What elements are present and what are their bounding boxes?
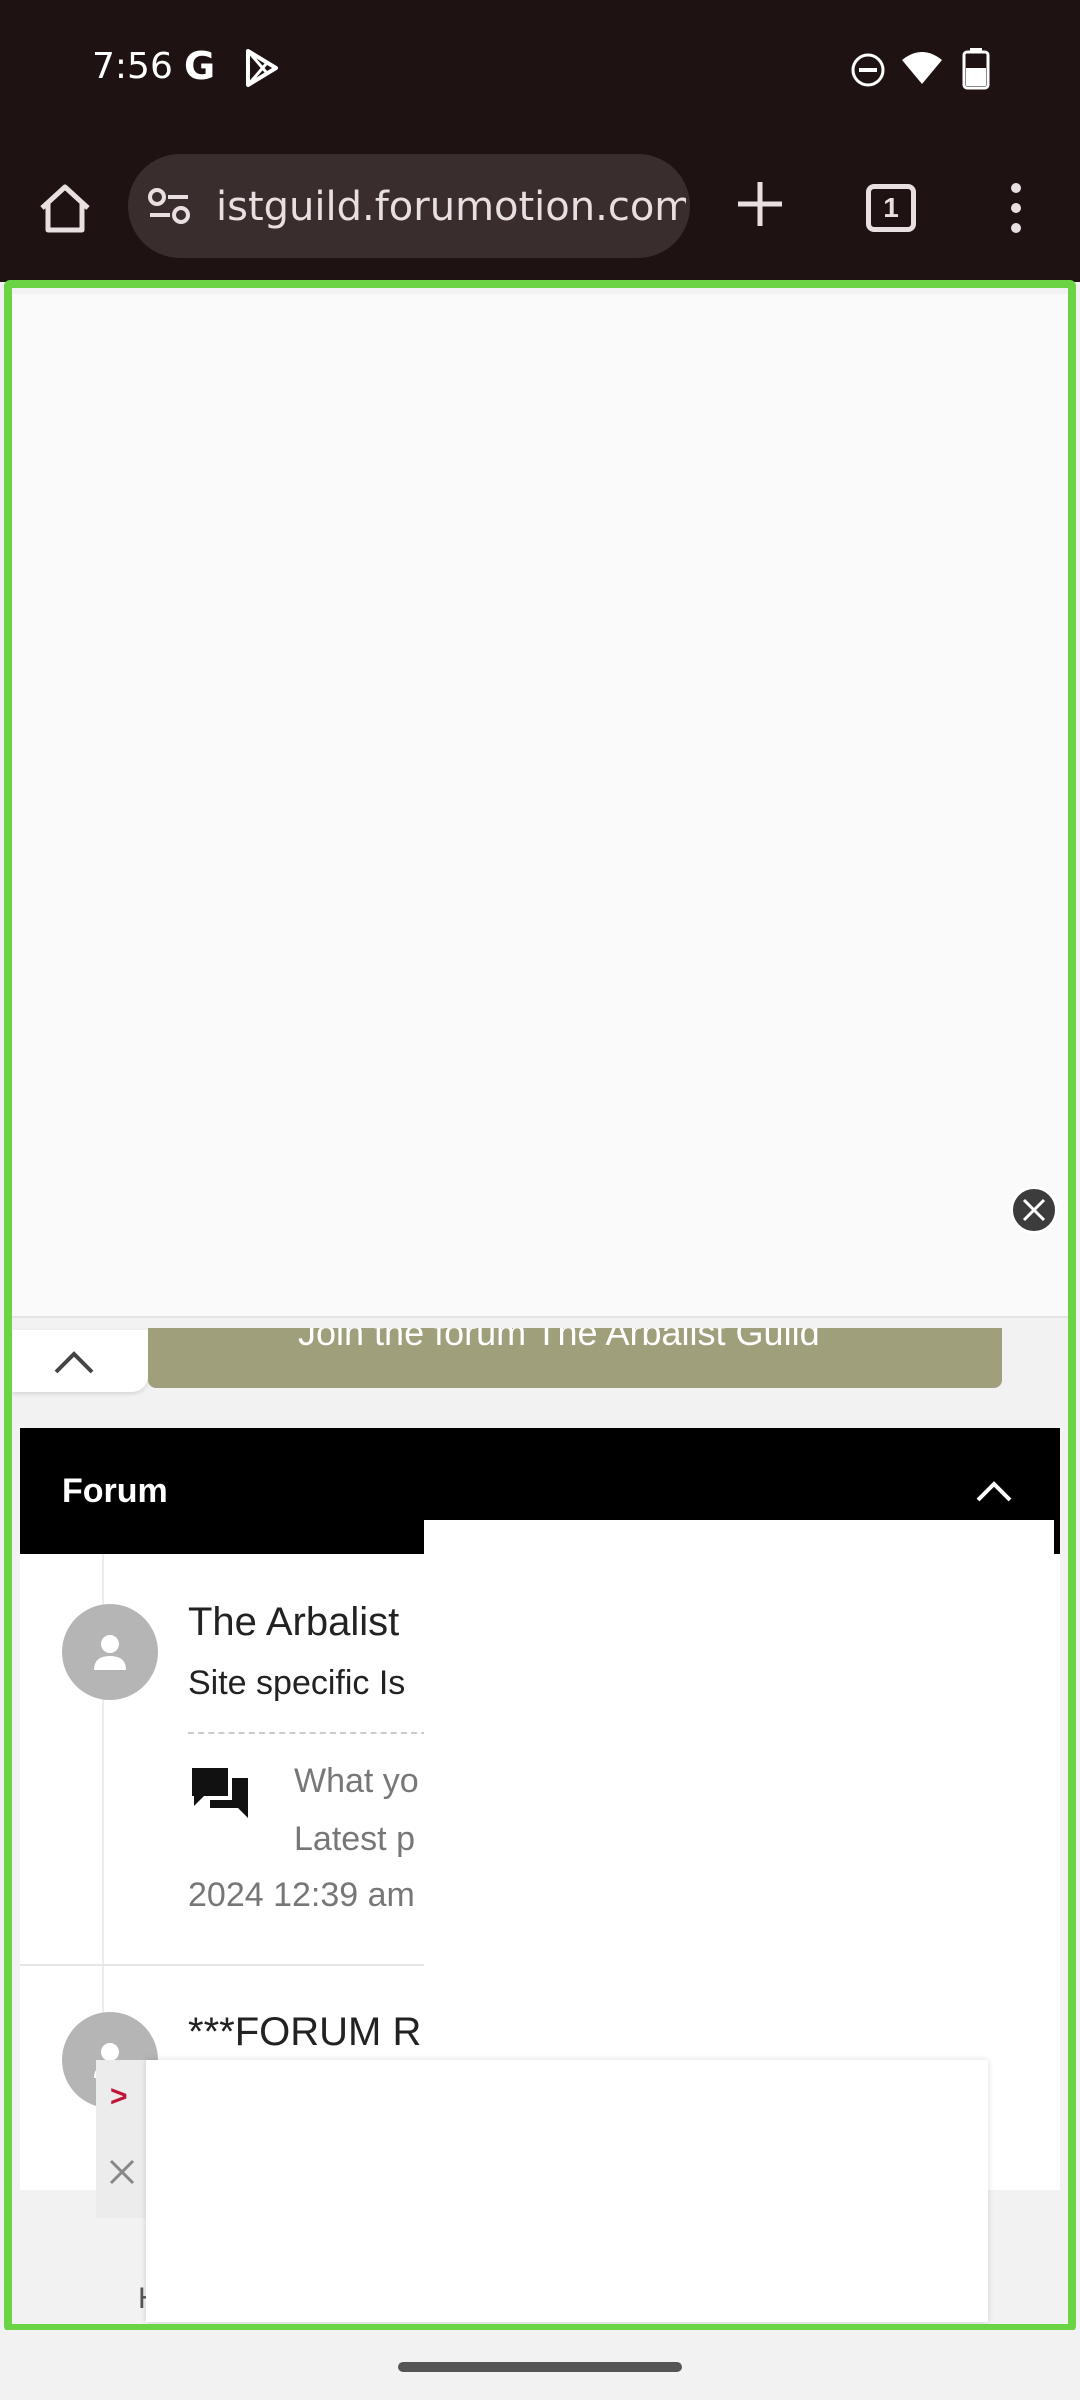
expand-ad-button[interactable]: > [110,2080,128,2114]
forum-name-link[interactable]: ***FORUM R [188,2010,421,2055]
ad-controls: > [96,2060,146,2218]
new-tab-icon[interactable] [732,176,788,232]
status-bar: 7:56 G [0,0,1080,138]
close-ad-icon[interactable] [108,2158,136,2186]
close-popup-button[interactable] [1010,1186,1058,1234]
row-separator [20,1964,424,1966]
url-text[interactable]: istguild.forumotion.com [216,184,686,230]
forum-name-link[interactable]: The Arbalist [188,1600,399,1645]
forum-description: Site specific Is [188,1664,406,1702]
home-indicator[interactable] [398,2362,682,2372]
user-icon [94,1635,126,1670]
join-forum-button[interactable]: Join the forum The Arbalist Guild [148,1328,1002,1388]
latest-post-title[interactable]: What yo [294,1762,419,1801]
more-menu-icon[interactable] [1006,180,1026,236]
collapse-button[interactable] [12,1330,148,1392]
chevron-up-icon [54,1351,94,1374]
floating-ad-banner[interactable] [146,2060,988,2322]
status-time: 7:56 [92,46,173,87]
google-icon: G [184,44,216,88]
browser-toolbar: istguild.forumotion.com 1 [0,138,1080,282]
do-not-disturb-icon [851,53,885,87]
avatar [62,1604,158,1700]
chevron-up-icon[interactable] [974,1476,1014,1504]
play-store-icon [246,49,278,87]
close-icon [1022,1198,1046,1222]
join-forum-label: Join the forum The Arbalist Guild [298,1328,820,1353]
address-bar[interactable]: istguild.forumotion.com [128,154,690,258]
blank-ad-area [12,294,1068,1318]
latest-post-label: Latest p [294,1820,415,1858]
site-settings-icon[interactable] [146,186,192,226]
home-icon[interactable] [36,180,94,238]
forum-header-title: Forum [62,1472,168,1510]
web-content: Join the forum The Arbalist Guild Forum … [0,282,1080,2330]
tab-switcher-button[interactable]: 1 [866,184,916,232]
battery-icon [962,48,990,90]
wifi-icon [902,52,942,84]
forum-posts-icon [192,1768,248,1818]
latest-post-date: 2024 12:39 am [188,1876,415,1914]
